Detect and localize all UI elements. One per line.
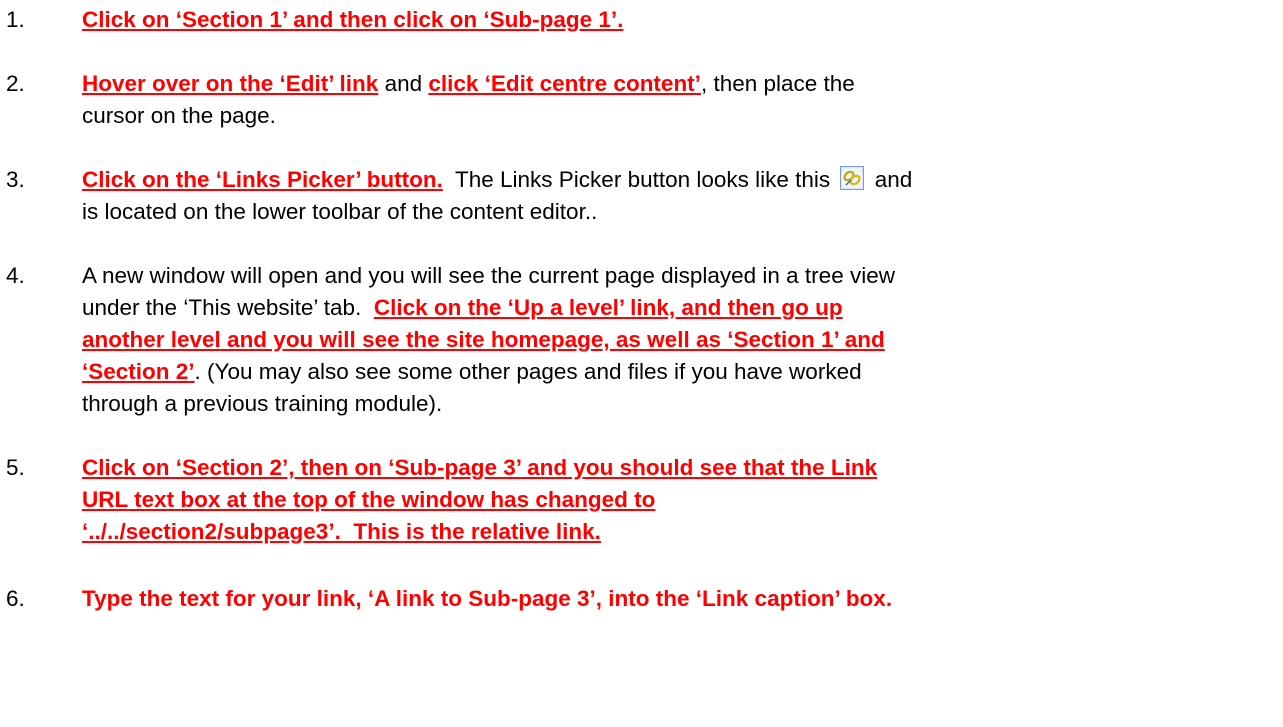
plain-text: , then place the <box>700 71 855 96</box>
step-text: A new window will open and you will see … <box>82 260 1262 420</box>
step-number: 3. <box>6 167 25 192</box>
step-text: Type the text for your link, ‘A link to … <box>82 583 1262 615</box>
instruction-highlight: URL text box at the top of the window ha… <box>82 487 656 512</box>
plain-text: and <box>868 167 913 192</box>
step-text: Click on ‘Section 1’ and then click on ‘… <box>82 4 1262 36</box>
step-number: 5. <box>6 455 25 480</box>
plain-text: A new window will open and you will see … <box>82 263 895 288</box>
step-number: 6. <box>6 586 25 611</box>
step-number: 1. <box>6 7 25 32</box>
instruction-highlight: ‘../../section2/subpage3’. This is the r… <box>82 519 601 544</box>
instruction-highlight: Hover over on the ‘Edit’ link <box>82 71 379 96</box>
instruction-highlight: Click on ‘Section 2’, then on ‘Sub-page … <box>82 455 878 480</box>
links-picker-icon <box>840 166 865 190</box>
plain-text: is located on the lower toolbar of the c… <box>82 199 598 224</box>
instruction-highlight: another level and you will see the site … <box>82 327 885 352</box>
instruction-highlight: Click on ‘Section 1’ and then click on ‘… <box>82 7 624 32</box>
step-text: Click on ‘Section 2’, then on ‘Sub-page … <box>82 452 1262 548</box>
step-text: Hover over on the ‘Edit’ link and click … <box>82 68 1262 132</box>
plain-text: and <box>378 71 429 96</box>
plain-text: The Links Picker button looks like this <box>442 167 837 192</box>
plain-text: . (You may also see some other pages and… <box>194 359 862 384</box>
plain-text: under the ‘This website’ tab. <box>82 295 374 320</box>
step-number: 2. <box>6 71 25 96</box>
instruction-highlight: click ‘Edit centre content’ <box>428 71 701 96</box>
plain-text: through a previous training module). <box>82 391 443 416</box>
instruction-highlight: Type the text for your link, ‘A link to … <box>82 586 893 611</box>
step-number: 4. <box>6 263 25 288</box>
instruction-highlight: Click on the ‘Up a level’ link, and then… <box>373 295 843 320</box>
instruction-highlight: Click on the ‘Links Picker’ button. <box>82 167 443 192</box>
step-text: Click on the ‘Links Picker’ button. The … <box>82 164 1262 228</box>
plain-text: cursor on the page. <box>82 103 276 128</box>
instruction-highlight: ‘Section 2’ <box>82 359 195 384</box>
